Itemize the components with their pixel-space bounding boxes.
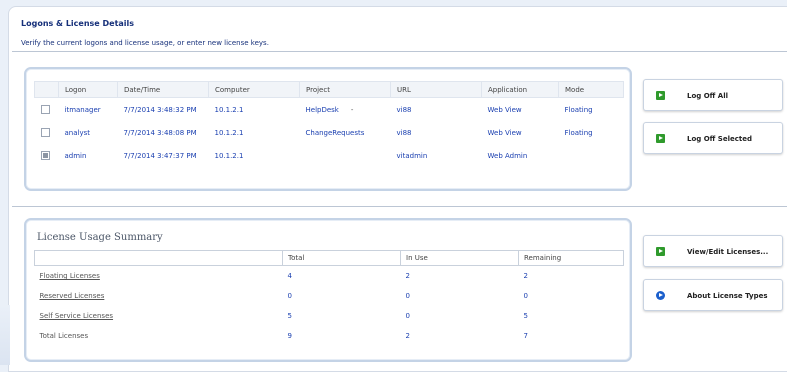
license-type-column-header: [34, 250, 283, 266]
usage-header-row: Total In Use Remaining: [34, 250, 624, 266]
cell-application: Web View: [487, 128, 522, 137]
row-select-cell: [35, 121, 59, 144]
cell-remaining: 0: [523, 292, 528, 300]
cell-total: 5: [287, 312, 292, 320]
row-checkbox[interactable]: [40, 128, 50, 137]
log-off-all-label: Log Off All: [687, 92, 728, 100]
license-type-link[interactable]: Reserved Licenses: [35, 286, 283, 306]
table-row[interactable]: analyst 7/7/2014 3:48:08 PM 10.1.2.1 Cha…: [35, 121, 624, 144]
page-title: Logons & License Details: [21, 19, 135, 28]
row-select-cell: [35, 144, 59, 167]
cell-in-use: 2: [405, 272, 410, 280]
log-off-selected-button[interactable]: Log Off Selected: [643, 122, 783, 154]
cell-remaining: 5: [523, 312, 528, 320]
table-row[interactable]: admin 7/7/2014 3:47:37 PM 10.1.2.1 vitad…: [35, 144, 624, 167]
column-header-computer: Computer: [208, 81, 300, 98]
section-divider: [12, 51, 787, 52]
cell-datetime: 7/7/2014 3:48:32 PM: [123, 105, 197, 114]
cell-in-use: 0: [405, 312, 410, 320]
column-header-total: Total: [282, 250, 401, 266]
column-header-datetime: Date/Time: [117, 81, 209, 98]
blue-circle-arrow-icon: [656, 291, 665, 300]
cell-mode: [559, 144, 624, 167]
table-row: Reserved Licenses 0 0 0: [35, 286, 624, 306]
row-checkbox[interactable]: [40, 151, 50, 160]
column-header-mode: Mode: [558, 81, 624, 98]
cell-datetime: 7/7/2014 3:48:08 PM: [123, 128, 197, 137]
column-header-remaining: Remaining: [518, 250, 624, 266]
cell-total: 4: [287, 272, 292, 280]
license-type-link[interactable]: Floating Licenses: [35, 266, 283, 287]
cell-total: 0: [287, 292, 292, 300]
background-edge: [0, 305, 10, 365]
cell-mode: Floating: [564, 105, 593, 114]
column-header-in-use: In Use: [400, 250, 519, 266]
log-off-selected-label: Log Off Selected: [687, 135, 752, 143]
section-divider: [12, 206, 787, 207]
log-off-all-button[interactable]: Log Off All: [643, 79, 783, 111]
green-arrow-icon: [656, 134, 665, 143]
cell-in-use: 0: [405, 292, 410, 300]
logons-header-row: Logon Date/Time Computer Project URL App…: [34, 81, 624, 98]
cell-application: Web View: [487, 105, 522, 114]
logons-panel: Logon Date/Time Computer Project URL App…: [24, 67, 632, 191]
cell-project: [300, 144, 391, 167]
usage-summary-title: License Usage Summary: [37, 232, 163, 243]
table-row: Floating Licenses 4 2 2: [35, 266, 624, 287]
project-name: HelpDesk: [305, 105, 339, 114]
cell-project: HelpDesk -: [300, 98, 391, 122]
cell-in-use: 2: [405, 332, 410, 340]
cell-url: vi88: [396, 105, 412, 114]
cell-url: vitadmin: [396, 151, 428, 160]
about-license-types-label: About License Types: [687, 292, 768, 300]
cell-computer: 10.1.2.1: [214, 128, 244, 137]
view-edit-licenses-label: View/Edit Licenses...: [687, 248, 769, 256]
page-subtitle: Verify the current logons and license us…: [21, 39, 269, 47]
cell-logon: itmanager: [64, 105, 101, 114]
column-header-url: URL: [390, 81, 482, 98]
row-checkbox[interactable]: [40, 105, 50, 114]
license-type-label: Total Licenses: [39, 332, 89, 340]
cell-logon: analyst: [64, 128, 91, 137]
cell-total: 9: [287, 332, 292, 340]
cell-logon: admin: [64, 151, 87, 160]
select-column-header: [34, 81, 59, 98]
column-header-logon: Logon: [58, 81, 118, 98]
license-usage-table: Total In Use Remaining Floating Licenses…: [34, 250, 624, 346]
table-row[interactable]: itmanager 7/7/2014 3:48:32 PM 10.1.2.1 H…: [35, 98, 624, 122]
license-type-link[interactable]: Self Service Licenses: [35, 306, 283, 326]
cell-mode: Floating: [564, 128, 593, 137]
about-license-types-button[interactable]: About License Types: [643, 279, 783, 311]
cell-project: ChangeRequests: [305, 128, 365, 137]
cell-datetime: 7/7/2014 3:47:37 PM: [123, 151, 197, 160]
cell-remaining: 2: [523, 272, 528, 280]
cell-computer: 10.1.2.1: [214, 105, 244, 114]
green-arrow-icon: [656, 91, 665, 100]
cell-url: vi88: [396, 128, 412, 137]
green-arrow-icon: [656, 247, 665, 256]
table-row: Self Service Licenses 5 0 5: [35, 306, 624, 326]
project-suffix: -: [350, 105, 354, 114]
license-usage-panel: License Usage Summary Total In Use Remai…: [24, 218, 632, 362]
cell-application: Web Admin: [487, 151, 528, 160]
column-header-project: Project: [299, 81, 391, 98]
column-header-application: Application: [481, 81, 559, 98]
logons-table: Logon Date/Time Computer Project URL App…: [34, 81, 624, 167]
cell-remaining: 7: [523, 332, 528, 340]
view-edit-licenses-button[interactable]: View/Edit Licenses...: [643, 235, 783, 267]
cell-computer: 10.1.2.1: [214, 151, 244, 160]
table-row: Total Licenses 9 2 7: [35, 326, 624, 346]
row-select-cell: [35, 98, 59, 122]
